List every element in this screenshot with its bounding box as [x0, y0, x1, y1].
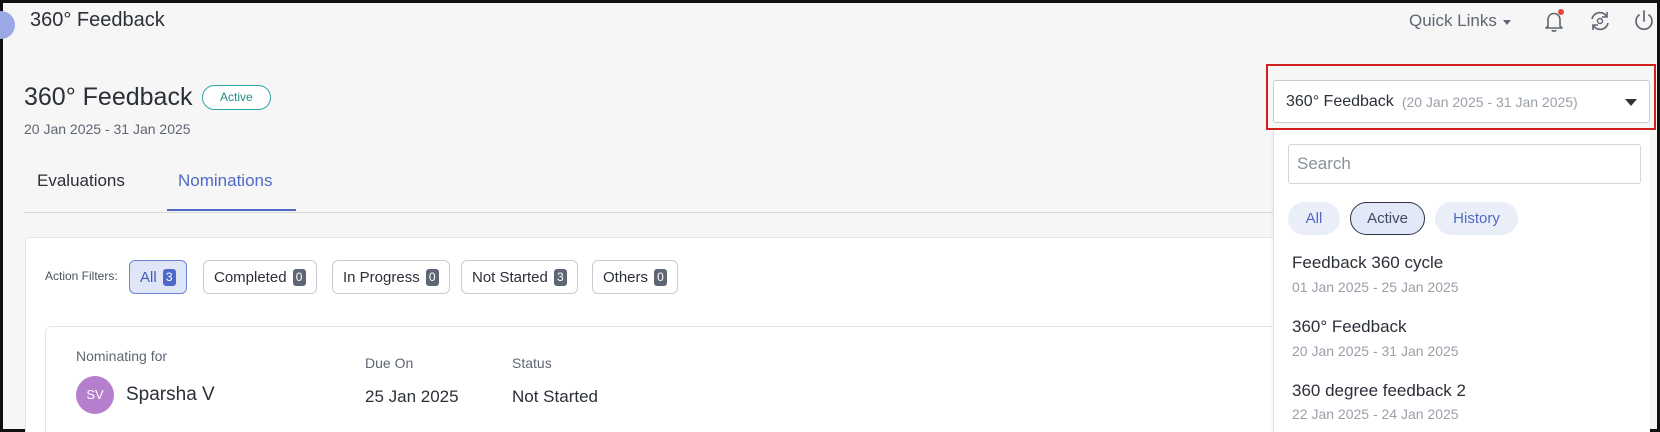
avatar: SV [76, 376, 114, 414]
power-icon[interactable] [1631, 8, 1657, 34]
cycle-option-name[interactable]: Feedback 360 cycle [1292, 253, 1443, 273]
selected-cycle-dates: (20 Jan 2025 - 31 Jan 2025) [1401, 93, 1578, 110]
quick-links-label: Quick Links [1409, 11, 1497, 30]
search-input[interactable] [1288, 144, 1641, 184]
cycle-option-dates: 01 Jan 2025 - 25 Jan 2025 [1292, 279, 1459, 295]
filter-chip-others[interactable]: Others 0 [592, 260, 679, 294]
filter-chip-all[interactable]: All 3 [129, 260, 187, 294]
status-value: Not Started [512, 387, 598, 406]
app-title: 360° Feedback [30, 9, 165, 31]
sync-icon[interactable] [1587, 8, 1613, 34]
due-on-label: Due On [365, 355, 414, 371]
cycle-option-name[interactable]: 360 degree feedback 2 [1292, 381, 1466, 401]
cycle-select-dropdown[interactable]: 360° Feedback (20 Jan 2025 - 31 Jan 2025… [1273, 80, 1650, 123]
filter-chip-label: In Progress [343, 268, 420, 286]
tabs-divider [24, 212, 1274, 213]
tab-nominations[interactable]: Nominations [178, 171, 273, 191]
filter-chip-not-started[interactable]: Not Started 3 [461, 260, 578, 294]
app-logo-icon [0, 11, 15, 39]
segment-all[interactable]: All [1288, 202, 1340, 235]
segment-history[interactable]: History [1435, 202, 1518, 235]
active-tab-indicator [167, 209, 296, 211]
filter-chip-label: All [140, 268, 157, 286]
due-on-value: 25 Jan 2025 [365, 387, 459, 406]
status-label: Status [512, 355, 552, 371]
cycle-option-dates: 22 Jan 2025 - 24 Jan 2025 [1292, 406, 1459, 422]
tab-evaluations[interactable]: Evaluations [37, 171, 125, 191]
nomination-row[interactable] [45, 326, 1285, 432]
notification-dot [1558, 9, 1564, 15]
cycle-date-range: 20 Jan 2025 - 31 Jan 2025 [24, 121, 191, 137]
dropdown-caret-icon [1625, 99, 1637, 106]
cycle-option-dates: 20 Jan 2025 - 31 Jan 2025 [1292, 343, 1459, 359]
bell-icon[interactable] [1541, 8, 1567, 34]
top-bar: 360° Feedback Quick Links [0, 3, 1657, 43]
nominee-name: Sparsha V [126, 384, 215, 405]
filter-chip-count: 0 [425, 268, 439, 286]
filter-chip-count: 3 [553, 268, 567, 286]
filter-chip-count: 0 [292, 268, 306, 286]
quick-links-menu[interactable]: Quick Links [1409, 11, 1511, 31]
segment-active[interactable]: Active [1350, 202, 1425, 235]
filter-chip-in-progress[interactable]: In Progress 0 [332, 260, 450, 294]
filter-chip-count: 0 [654, 268, 668, 286]
filter-chip-label: Completed [214, 268, 287, 286]
chevron-down-icon [1502, 19, 1511, 25]
filter-chip-completed[interactable]: Completed 0 [203, 260, 317, 294]
nominating-for-label: Nominating for [76, 348, 168, 364]
action-filters-label: Action Filters: [45, 269, 118, 283]
status-badge: Active [202, 85, 271, 110]
page-title: 360° Feedback [24, 83, 193, 111]
selected-cycle-name: 360° Feedback [1286, 92, 1394, 110]
filter-chip-count: 3 [162, 268, 176, 286]
cycle-option-name[interactable]: 360° Feedback [1292, 317, 1407, 337]
filter-chip-label: Others [603, 268, 649, 286]
filter-chip-label: Not Started [472, 268, 548, 286]
